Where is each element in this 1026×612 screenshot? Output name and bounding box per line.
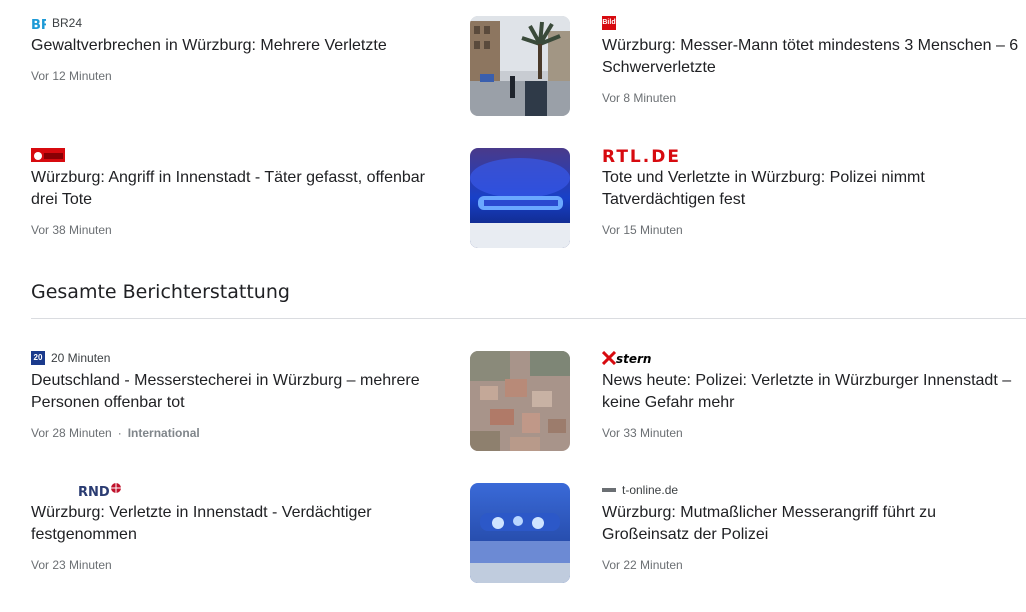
article-time: Vor 38 Minuten <box>31 223 112 237</box>
article-thumbnail[interactable] <box>470 16 570 116</box>
source-row: RTL.DE <box>602 147 1026 167</box>
article-thumbnail[interactable] <box>470 148 570 248</box>
rtl-logo-icon: RTL.DE <box>602 147 734 167</box>
article-card[interactable]: Bild Würzburg: Messer-Mann tötet mindest… <box>602 15 1026 105</box>
bild-logo-icon: Bild <box>602 16 616 30</box>
article-card[interactable]: stern News heute: Polizei: Verletzte in … <box>601 350 1026 440</box>
svg-text:stern: stern <box>616 352 651 365</box>
article-time: Vor 15 Minuten <box>602 223 683 237</box>
article-title[interactable]: Würzburg: Angriff in Innenstadt - Täter … <box>31 167 451 211</box>
article-tag[interactable]: International <box>128 426 200 440</box>
article-title[interactable]: Würzburg: Mutmaßlicher Messerangriff füh… <box>602 502 1026 546</box>
article-time: Vor 12 Minuten <box>31 69 112 83</box>
article-thumbnail[interactable] <box>470 483 570 583</box>
article-time: Vor 33 Minuten <box>602 426 683 440</box>
article-time: Vor 8 Minuten <box>602 91 677 105</box>
article-card[interactable]: 20 20 Minuten Deutschland - Messersteche… <box>31 350 451 440</box>
article-card[interactable]: t-online.de Würzburg: Mutmaßlicher Messe… <box>602 482 1026 572</box>
article-title[interactable]: Tote und Verletzte in Würzburg: Polizei … <box>602 167 1026 211</box>
rnd-logo-icon: RND <box>78 482 124 500</box>
source-row: BR BR24 <box>31 15 451 33</box>
article-card[interactable]: RTL.DE Tote und Verletzte in Würzburg: P… <box>602 147 1026 237</box>
source-row: Bild <box>602 15 1026 31</box>
focus-online-logo-icon <box>31 148 65 162</box>
source-row <box>31 147 451 163</box>
article-title[interactable]: News heute: Polizei: Verletzte in Würzbu… <box>602 370 1026 414</box>
article-time: Vor 28 Minuten <box>31 426 112 440</box>
article-thumbnail[interactable] <box>470 351 570 451</box>
svg-text:RTL.DE: RTL.DE <box>602 147 681 163</box>
article-card[interactable]: BR BR24 Gewaltverbrechen in Würzburg: Me… <box>31 15 451 83</box>
20-minuten-logo-icon: 20 <box>31 351 45 365</box>
article-card[interactable]: Würzburg: Angriff in Innenstadt - Täter … <box>31 147 451 237</box>
source-row: stern <box>601 350 1026 366</box>
section-title[interactable]: Gesamte Berichterstattung <box>31 281 290 303</box>
source-row: t-online.de <box>602 482 1026 498</box>
source-name: BR24 <box>52 16 83 30</box>
stern-logo-icon: stern <box>601 350 654 366</box>
article-card[interactable]: RND Würzburg: Verletzte in Innenstadt - … <box>31 482 451 572</box>
meta-separator: · <box>117 426 122 440</box>
article-title[interactable]: Gewaltverbrechen in Würzburg: Mehrere Ve… <box>31 35 451 57</box>
article-time: Vor 23 Minuten <box>31 558 112 572</box>
article-title[interactable]: Würzburg: Verletzte in Innenstadt - Verd… <box>31 502 451 546</box>
br24-logo-icon: BR <box>31 16 51 33</box>
source-row: 20 20 Minuten <box>31 350 451 366</box>
svg-text:RND: RND <box>78 485 110 498</box>
svg-text:BR: BR <box>31 18 46 31</box>
article-time: Vor 22 Minuten <box>602 558 683 572</box>
source-name: 20 Minuten <box>51 351 111 365</box>
source-name: t-online.de <box>622 483 679 497</box>
source-row: RND <box>31 482 451 500</box>
t-online-logo-icon <box>602 488 616 492</box>
article-meta: Vor 28 Minuten · International <box>31 426 451 440</box>
article-title[interactable]: Deutschland - Messerstecherei in Würzbur… <box>31 370 451 414</box>
article-title[interactable]: Würzburg: Messer-Mann tötet mindestens 3… <box>602 35 1026 79</box>
section-divider <box>31 318 1026 319</box>
